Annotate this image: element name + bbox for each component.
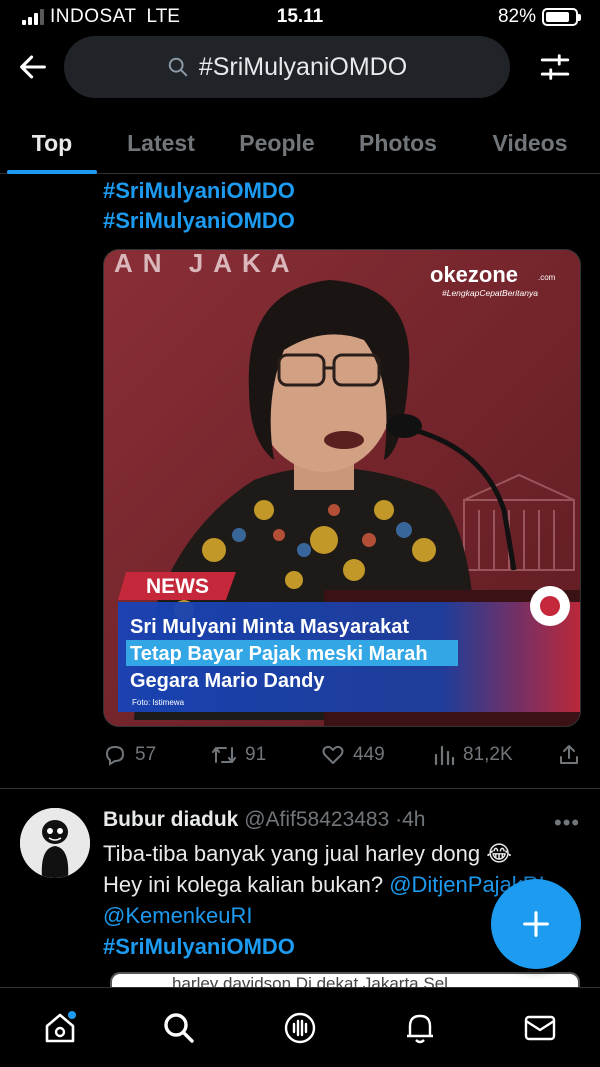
retweet-count: 91 <box>245 744 267 765</box>
active-tab-indicator <box>7 170 97 174</box>
search-header: #SriMulyaniOMDO <box>0 36 600 100</box>
retweet-icon <box>212 747 236 763</box>
reply-icon <box>105 745 125 766</box>
search-query: #SriMulyaniOMDO <box>198 52 408 81</box>
like-count: 449 <box>353 744 385 765</box>
tab-videos[interactable]: Videos <box>460 112 600 174</box>
home-icon[interactable] <box>42 1010 78 1046</box>
more-options-icon[interactable]: ••• <box>554 810 580 836</box>
heart-icon <box>322 745 344 764</box>
back-arrow-icon[interactable] <box>16 50 50 84</box>
tab-latest[interactable]: Latest <box>104 112 218 174</box>
views-count: 81,2K <box>463 744 513 765</box>
retweet-button[interactable]: 91 <box>211 743 321 767</box>
background-wall-text: AN JAKA <box>114 250 300 278</box>
network-type: LTE <box>146 6 180 27</box>
plus-icon <box>523 911 549 937</box>
tab-photos[interactable]: Photos <box>336 112 460 174</box>
notifications-bell-icon[interactable] <box>402 1010 438 1046</box>
tweet-line: Tiba-tiba banyak yang jual harley dong 😂 <box>103 841 512 866</box>
search-tabs: Top Latest People Photos Videos <box>0 112 600 174</box>
bottom-navigation <box>0 987 600 1067</box>
tab-people[interactable]: People <box>218 112 336 174</box>
avatar-image <box>20 808 90 878</box>
spaces-icon[interactable] <box>282 1010 318 1046</box>
like-button[interactable]: 449 <box>321 743 433 767</box>
search-filter-icon[interactable] <box>538 50 572 84</box>
brand-logo-text: okezone <box>430 262 518 287</box>
photo-credit: Foto: Istimewa <box>132 698 185 707</box>
signal-icon <box>22 9 44 25</box>
hashtag-link[interactable]: #SriMulyaniOMDO <box>103 208 295 234</box>
share-icon <box>560 745 578 764</box>
battery-percent: 82% <box>497 6 536 27</box>
tweet-media-image[interactable]: AN JAKA okezone .com #LengkapCepatBerita… <box>103 249 581 727</box>
tweet-action-bar: 57 91 449 81,2K <box>103 740 581 770</box>
news-badge: NEWS <box>146 575 209 598</box>
avatar[interactable] <box>20 808 90 878</box>
carrier-name: INDOSAT <box>50 6 137 27</box>
search-icon <box>168 57 188 77</box>
views-chart-icon <box>434 745 455 766</box>
brand-logo-suffix: .com <box>538 273 556 282</box>
headline-line-2: Tetap Bayar Pajak meski Marah <box>130 643 428 665</box>
tweet-header: Bubur diaduk @Afif58423483 ·4h <box>103 808 425 832</box>
author-handle[interactable]: @Afif58423483 <box>244 808 389 831</box>
reply-count: 57 <box>135 744 157 765</box>
headline-line-1: Sri Mulyani Minta Masyarakat <box>130 616 409 638</box>
search-icon[interactable] <box>161 1010 197 1046</box>
search-input[interactable]: #SriMulyaniOMDO <box>64 36 510 98</box>
battery-icon <box>542 8 581 26</box>
news-photo: AN JAKA okezone .com #LengkapCepatBerita… <box>104 250 580 726</box>
brand-tagline: #LengkapCepatBeritanya <box>442 288 538 298</box>
tweet-time: 4h <box>402 808 426 831</box>
status-bar: INDOSAT LTE 15.11 82% <box>0 0 600 34</box>
messages-envelope-icon[interactable] <box>522 1010 558 1046</box>
reply-button[interactable]: 57 <box>103 743 211 767</box>
tweet-text-span: Hey ini kolega kalian bukan? <box>103 872 390 897</box>
compose-tweet-button[interactable] <box>491 879 581 969</box>
share-button[interactable] <box>557 743 581 767</box>
hashtag-link[interactable]: #SriMulyaniOMDO <box>103 178 295 204</box>
tab-top[interactable]: Top <box>0 112 104 174</box>
headline-line-3: Gegara Mario Dandy <box>130 670 325 692</box>
clock: 15.11 <box>276 6 324 27</box>
tweet-divider <box>0 788 600 789</box>
views-button[interactable]: 81,2K <box>433 743 557 767</box>
author-name[interactable]: Bubur diaduk <box>103 808 238 831</box>
